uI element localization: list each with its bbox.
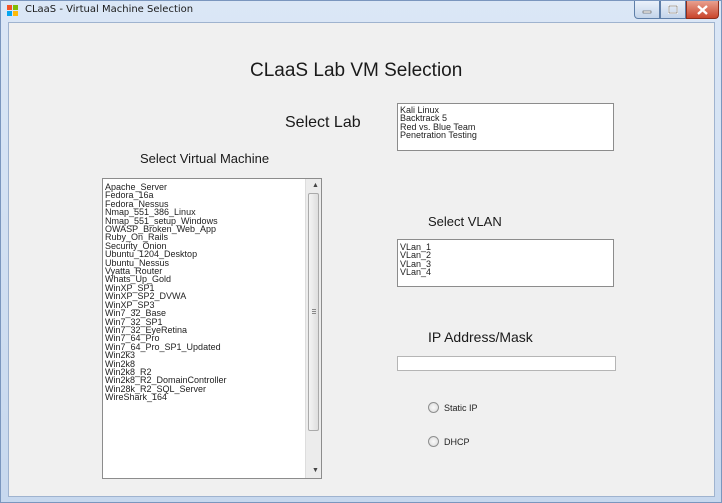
- app-icon: [7, 5, 19, 17]
- scroll-down-arrow-icon[interactable]: ▼: [306, 464, 321, 478]
- list-item[interactable]: Win7_64_Pro_SP1_Updated: [103, 342, 321, 351]
- title-bar[interactable]: CLaaS - Virtual Machine Selection: [1, 1, 721, 21]
- vlan-listbox[interactable]: VLan_1 VLan_2 VLan_3 VLan_4: [397, 239, 614, 287]
- radio-button-icon[interactable]: [428, 402, 439, 413]
- list-item[interactable]: WireShark_164: [103, 392, 321, 401]
- grip-line: [312, 311, 316, 312]
- ip-address-input[interactable]: [397, 356, 616, 371]
- list-item[interactable]: Penetration Testing: [398, 130, 613, 139]
- app-window: CLaaS - Virtual Machine Selection CLaaS …: [0, 0, 722, 503]
- list-item[interactable]: Win2k3: [103, 350, 321, 359]
- select-lab-label: Select Lab: [285, 114, 361, 131]
- vm-scrollbar[interactable]: ▲ ▼: [305, 179, 321, 478]
- form-client-area: CLaaS Lab VM Selection Select Lab Kali L…: [8, 22, 715, 497]
- dhcp-radio[interactable]: DHCP: [428, 436, 470, 447]
- vm-listbox[interactable]: Apache_Server Fedora_16a Fedora_Nessus N…: [102, 178, 322, 479]
- static-ip-radio[interactable]: Static IP: [428, 402, 478, 413]
- scroll-up-arrow-icon[interactable]: ▲: [306, 179, 321, 193]
- maximize-button[interactable]: [660, 1, 686, 19]
- scroll-thumb[interactable]: [308, 193, 319, 431]
- radio-button-icon[interactable]: [428, 436, 439, 447]
- maximize-icon: [668, 5, 678, 14]
- lab-listbox[interactable]: Kali Linux Backtrack 5 Red vs. Blue Team…: [397, 103, 614, 151]
- select-vlan-label: Select VLAN: [428, 214, 502, 229]
- page-title: CLaaS Lab VM Selection: [250, 60, 463, 81]
- close-icon: [697, 4, 708, 15]
- minimize-button[interactable]: [634, 1, 660, 19]
- list-item[interactable]: VLan_4: [398, 267, 613, 276]
- window-title: CLaaS - Virtual Machine Selection: [25, 4, 194, 15]
- minimize-icon: [642, 10, 652, 13]
- ip-address-label: IP Address/Mask: [428, 329, 533, 345]
- static-ip-label: Static IP: [444, 402, 478, 413]
- dhcp-label: DHCP: [444, 436, 470, 447]
- grip-line: [312, 309, 316, 310]
- select-vm-label: Select Virtual Machine: [140, 151, 270, 166]
- grip-line: [312, 313, 316, 314]
- close-button[interactable]: [686, 1, 719, 19]
